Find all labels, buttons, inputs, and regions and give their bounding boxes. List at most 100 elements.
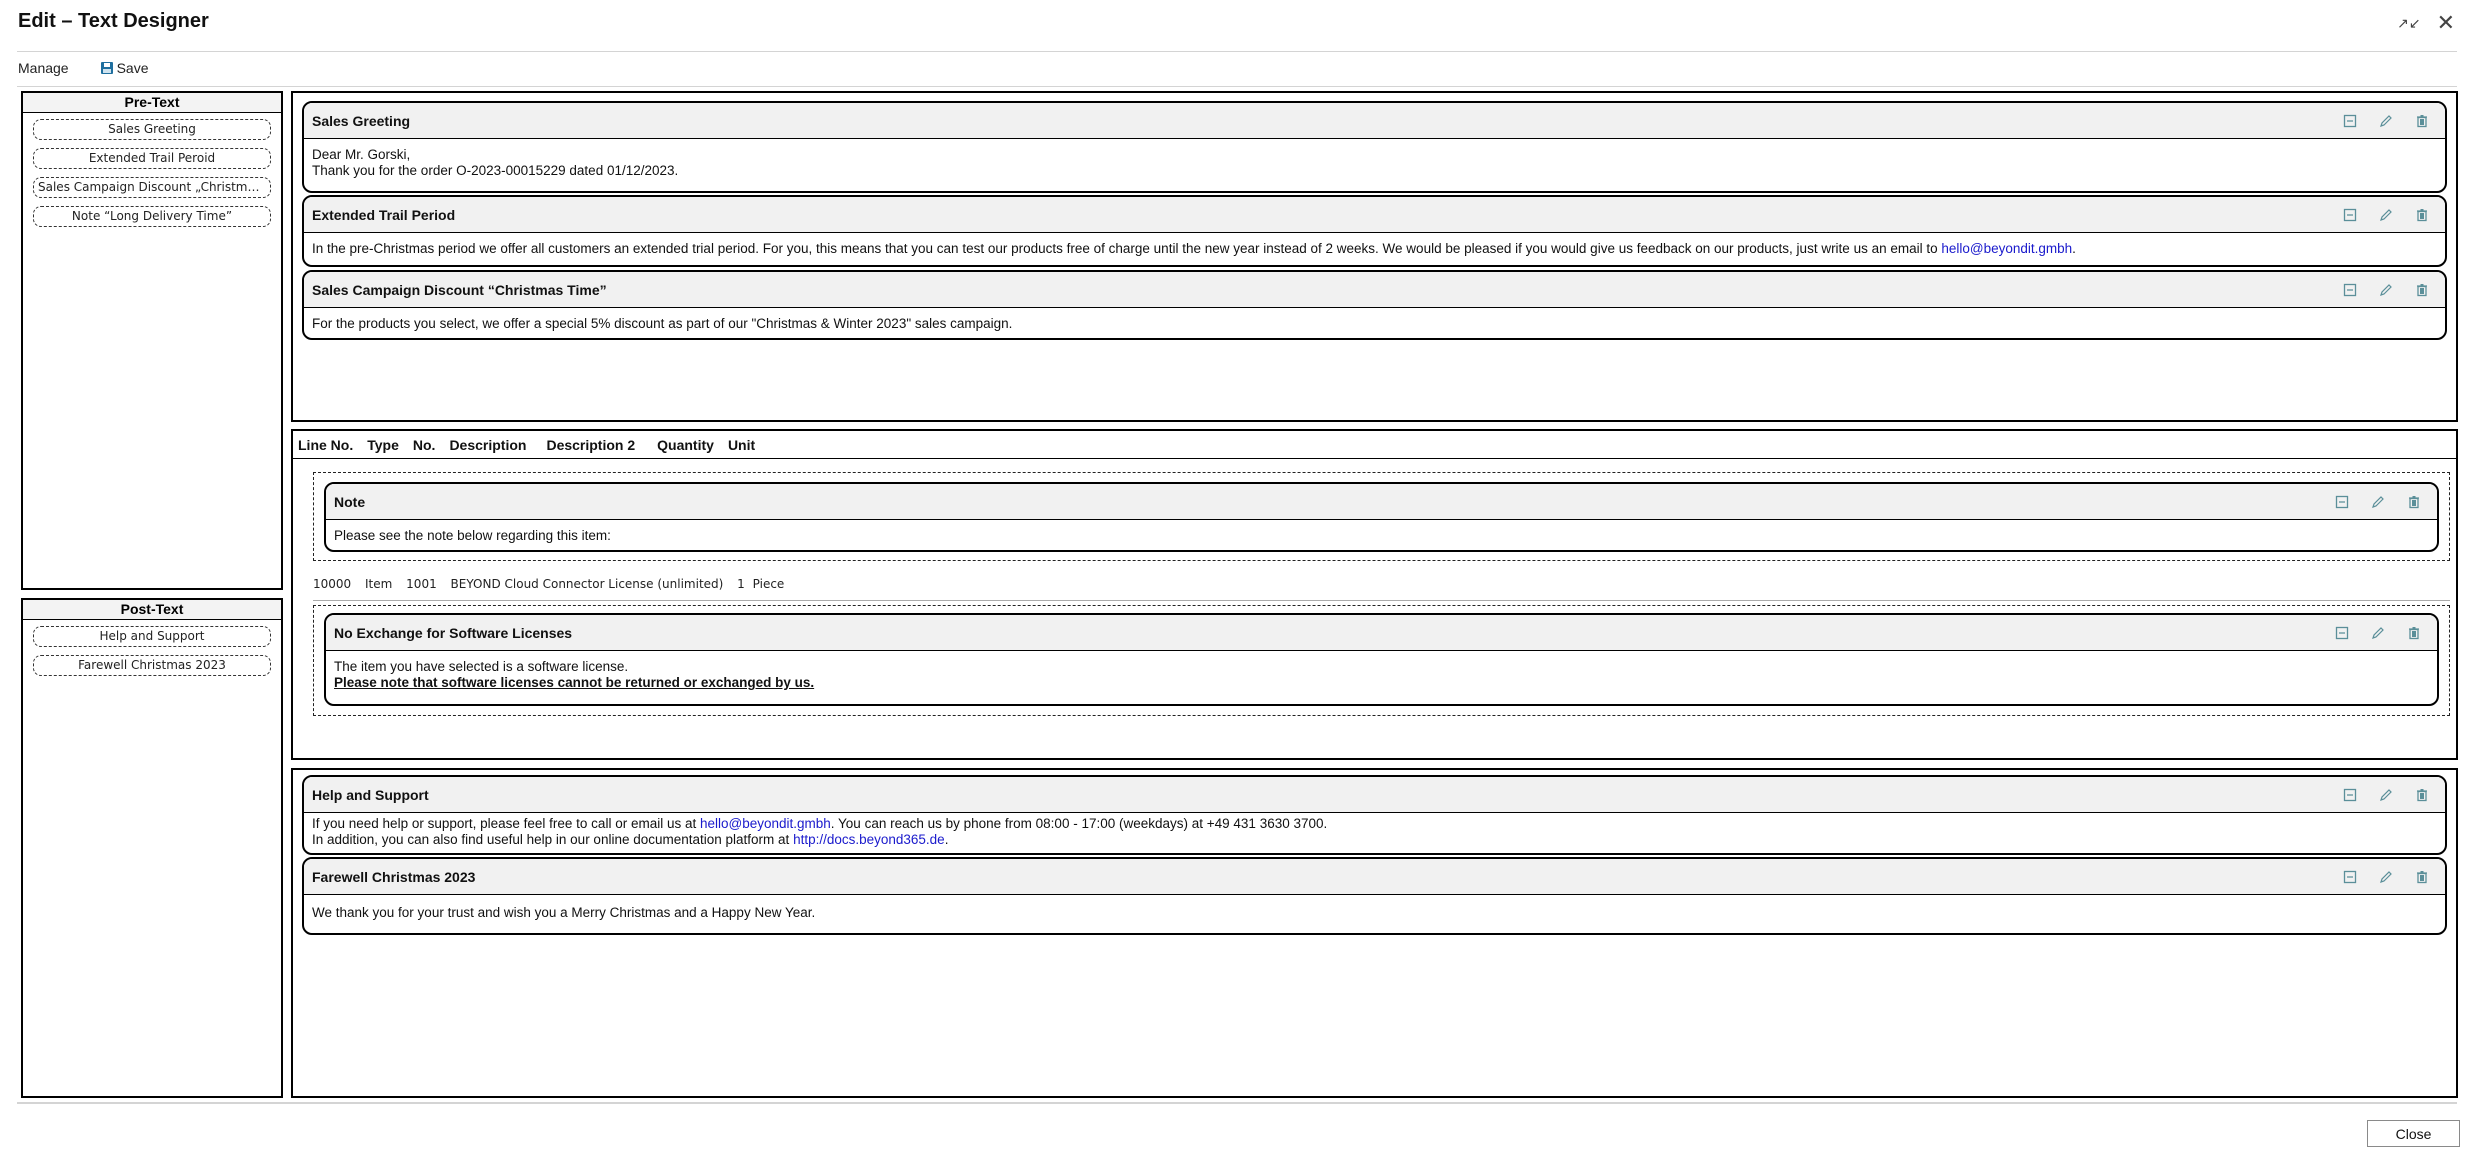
text-block-extended-trial: Extended Trail Period In the pre-Christm… — [302, 195, 2447, 267]
block-text-emphasis: Please note that software licenses canno… — [334, 675, 815, 690]
trash-icon[interactable] — [2415, 208, 2429, 222]
dialog-title: Edit – Text Designer — [18, 10, 209, 32]
email-link[interactable]: hello@beyondit.gmbh — [1941, 241, 2072, 256]
pre-text-item[interactable]: Extended Trail Peroid — [33, 148, 271, 169]
window-controls: ↗↙ ✕ — [2397, 10, 2455, 36]
lines-header: Line No. Type No. Description Descriptio… — [293, 431, 2456, 459]
post-text-drop-area[interactable]: Help and Support If you need help or sup… — [291, 768, 2458, 1098]
block-text-line: Thank you for the order O-2023-00015229 … — [312, 163, 679, 178]
post-text-item[interactable]: Farewell Christmas 2023 — [33, 655, 271, 676]
floppy-disk-icon — [100, 62, 113, 74]
block-actions — [2343, 283, 2429, 297]
text-block-sales-greeting: Sales Greeting Dear Mr. Gorski, Thank yo… — [302, 101, 2447, 193]
footer-divider — [17, 1102, 2457, 1104]
column-header: Line No. — [298, 436, 354, 453]
text-block-no-exchange: No Exchange for Software Licenses The it… — [324, 613, 2439, 706]
block-text: In addition, you can also find useful he… — [312, 832, 794, 847]
column-header: Description — [449, 436, 527, 453]
block-actions — [2343, 788, 2429, 802]
trash-icon[interactable] — [2415, 870, 2429, 884]
column-header: Unit — [727, 436, 756, 453]
column-header: Description 2 — [546, 436, 636, 453]
line-type: Item — [365, 577, 393, 591]
block-actions — [2335, 626, 2421, 640]
line-drop-zone[interactable]: Note Please see the note below regarding… — [313, 472, 2450, 561]
block-title: Farewell Christmas 2023 — [312, 868, 476, 885]
trash-icon[interactable] — [2407, 495, 2421, 509]
block-title: Sales Greeting — [312, 112, 411, 129]
text-block-farewell: Farewell Christmas 2023 We thank you for… — [302, 857, 2447, 935]
action-bar: Manage Save — [18, 60, 149, 76]
block-text: Please see the note below regarding this… — [334, 528, 611, 543]
column-header: Quantity — [657, 436, 714, 453]
block-text-end: . — [2072, 241, 2076, 256]
column-header: Type — [367, 436, 399, 453]
collapse-icon[interactable] — [2343, 870, 2357, 884]
email-link[interactable]: hello@beyondit.gmbh — [700, 816, 831, 831]
item-quantity: 1 — [737, 577, 745, 591]
collapse-icon[interactable] — [2343, 283, 2357, 297]
item-line[interactable]: 10000 Item 1001 BEYOND Cloud Connector L… — [313, 577, 794, 591]
pencil-icon[interactable] — [2371, 495, 2385, 509]
block-title: No Exchange for Software Licenses — [334, 624, 573, 641]
collapse-icon[interactable] — [2335, 495, 2349, 509]
block-actions — [2335, 495, 2421, 509]
block-text: . You can reach us by phone from 08:00 -… — [830, 816, 1328, 831]
pencil-icon[interactable] — [2379, 870, 2393, 884]
text-block-sales-campaign: Sales Campaign Discount “Christmas Time”… — [302, 270, 2447, 340]
post-text-heading: Post-Text — [23, 600, 281, 620]
pre-text-heading: Pre-Text — [23, 93, 281, 113]
block-title: Sales Campaign Discount “Christmas Time” — [312, 281, 607, 298]
pencil-icon[interactable] — [2371, 626, 2385, 640]
pencil-icon[interactable] — [2379, 283, 2393, 297]
block-title: Help and Support — [312, 786, 429, 803]
header-divider — [17, 51, 2457, 52]
line-no: 10000 — [313, 577, 352, 591]
collapse-icon[interactable] — [2335, 626, 2349, 640]
pre-text-item[interactable]: Note “Long Delivery Time” — [33, 206, 271, 227]
trash-icon[interactable] — [2415, 283, 2429, 297]
item-no: 1001 — [406, 577, 437, 591]
close-icon[interactable]: ✕ — [2437, 10, 2455, 36]
column-header: No. — [412, 436, 436, 453]
pre-text-panel: Pre-Text Sales Greeting Extended Trail P… — [21, 91, 283, 590]
block-title: Note — [334, 493, 366, 510]
pre-text-item[interactable]: Sales Campaign Discount „Christmas ... — [33, 177, 271, 198]
pencil-icon[interactable] — [2379, 788, 2393, 802]
item-line-divider — [313, 600, 2450, 601]
trash-icon[interactable] — [2407, 626, 2421, 640]
save-label: Save — [116, 60, 149, 76]
pre-text-drop-area[interactable]: Sales Greeting Dear Mr. Gorski, Thank yo… — [291, 91, 2458, 422]
block-title: Extended Trail Period — [312, 206, 456, 223]
collapse-icon[interactable] — [2343, 788, 2357, 802]
document-lines-area: Line No. Type No. Description Descriptio… — [291, 429, 2458, 760]
docs-link[interactable]: http://docs.beyond365.de — [793, 832, 945, 847]
block-actions — [2343, 870, 2429, 884]
block-text: In the pre-Christmas period we offer all… — [312, 241, 1942, 256]
text-block-help-support: Help and Support If you need help or sup… — [302, 775, 2447, 855]
item-unit: Piece — [752, 577, 785, 591]
trash-icon[interactable] — [2415, 788, 2429, 802]
trash-icon[interactable] — [2415, 114, 2429, 128]
close-button[interactable]: Close — [2367, 1120, 2460, 1147]
post-text-item[interactable]: Help and Support — [33, 626, 271, 647]
save-button[interactable]: Save — [100, 60, 149, 76]
block-text: . — [944, 832, 949, 847]
collapse-icon[interactable] — [2343, 114, 2357, 128]
pencil-icon[interactable] — [2379, 208, 2393, 222]
item-description: BEYOND Cloud Connector License (unlimite… — [450, 577, 724, 591]
collapse-icon[interactable]: ↗↙ — [2397, 15, 2420, 32]
manage-menu[interactable]: Manage — [18, 60, 69, 76]
collapse-icon[interactable] — [2343, 208, 2357, 222]
block-text: If you need help or support, please feel… — [312, 816, 700, 831]
block-text-line: The item you have selected is a software… — [334, 659, 629, 674]
block-actions — [2343, 114, 2429, 128]
post-text-panel: Post-Text Help and Support Farewell Chri… — [21, 598, 283, 1098]
pre-text-item[interactable]: Sales Greeting — [33, 119, 271, 140]
block-text-line: Dear Mr. Gorski, — [312, 147, 411, 162]
block-text: For the products you select, we offer a … — [312, 316, 1013, 331]
block-text: We thank you for your trust and wish you… — [312, 905, 816, 920]
text-block-note: Note Please see the note below regarding… — [324, 482, 2439, 552]
line-drop-zone[interactable]: No Exchange for Software Licenses The it… — [313, 605, 2450, 716]
pencil-icon[interactable] — [2379, 114, 2393, 128]
